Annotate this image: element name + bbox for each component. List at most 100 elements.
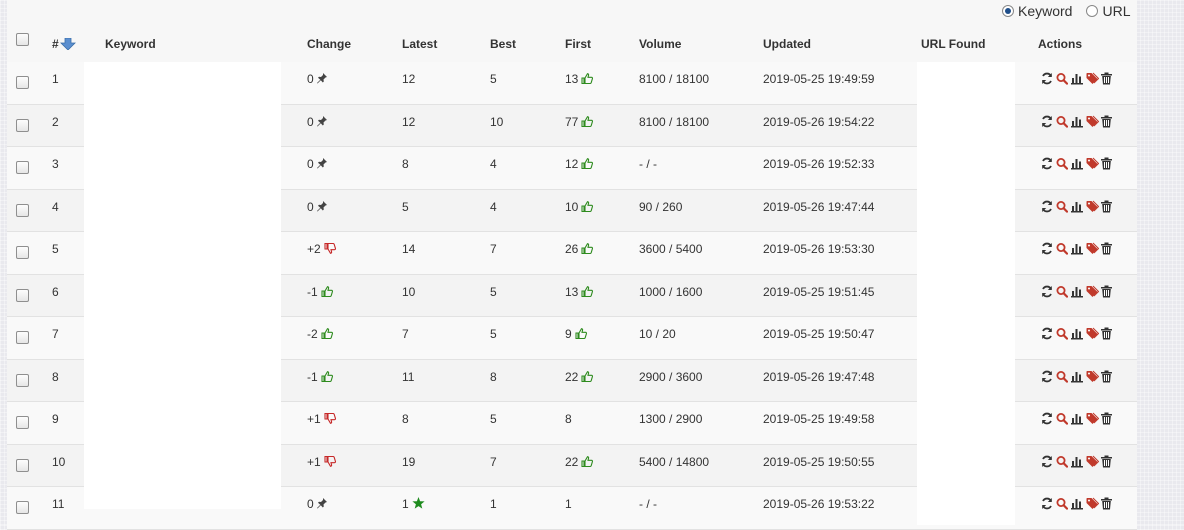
refresh-icon[interactable] [1041, 455, 1053, 468]
tag-icon[interactable] [1086, 497, 1099, 510]
refresh-icon[interactable] [1041, 200, 1053, 213]
chart-icon[interactable] [1071, 242, 1083, 255]
toggle-url[interactable]: URL [1086, 3, 1130, 19]
refresh-icon[interactable] [1041, 242, 1053, 255]
header-change[interactable]: Change [307, 37, 351, 51]
updated-cell-value: 2019-05-26 19:47:44 [763, 199, 875, 214]
trash-icon[interactable] [1101, 370, 1113, 383]
chart-icon[interactable] [1071, 115, 1083, 128]
row-actions [1041, 200, 1113, 213]
chart-icon[interactable] [1071, 327, 1083, 340]
row-checkbox[interactable] [16, 76, 29, 89]
pin-icon [316, 498, 327, 511]
search-icon[interactable] [1056, 242, 1068, 255]
header-num[interactable]: # [52, 37, 76, 51]
trash-icon[interactable] [1101, 285, 1113, 298]
radio-url[interactable] [1086, 5, 1099, 17]
chart-icon[interactable] [1071, 72, 1083, 85]
toggle-keyword[interactable]: Keyword [1002, 3, 1072, 19]
tag-icon[interactable] [1086, 455, 1099, 468]
select-all-checkbox[interactable] [16, 33, 29, 46]
header-updated[interactable]: Updated [763, 37, 811, 51]
header-keyword[interactable]: Keyword [105, 37, 156, 51]
chart-icon[interactable] [1071, 285, 1083, 298]
header-best[interactable]: Best [490, 37, 516, 51]
trash-icon[interactable] [1101, 242, 1113, 255]
refresh-icon[interactable] [1041, 412, 1053, 425]
change-cell: -1 [307, 285, 333, 299]
refresh-icon[interactable] [1041, 285, 1053, 298]
row-checkbox[interactable] [16, 118, 29, 132]
refresh-icon[interactable] [1041, 497, 1053, 510]
tag-icon[interactable] [1086, 285, 1099, 298]
header-latest[interactable]: Latest [402, 37, 437, 51]
chart-icon[interactable] [1071, 412, 1083, 425]
updated-cell: 2019-05-26 19:53:30 [763, 242, 874, 256]
trash-icon[interactable] [1101, 455, 1113, 468]
trash-icon[interactable] [1101, 412, 1113, 425]
header-volume[interactable]: Volume [639, 37, 681, 51]
row-actions [1041, 242, 1113, 255]
pin-icon [316, 200, 327, 214]
header-first[interactable]: First [565, 37, 591, 51]
trash-icon[interactable] [1101, 497, 1113, 510]
thumbs-up-icon [581, 158, 594, 171]
trash-icon[interactable] [1101, 115, 1113, 128]
row-checkbox[interactable] [16, 331, 29, 344]
trash-icon[interactable] [1101, 157, 1113, 170]
tag-icon[interactable] [1086, 72, 1099, 85]
search-icon[interactable] [1056, 115, 1068, 128]
search-icon[interactable] [1056, 327, 1068, 340]
row-checkbox[interactable] [16, 288, 29, 302]
refresh-icon[interactable] [1041, 327, 1053, 340]
row-checkbox[interactable] [16, 203, 29, 217]
search-icon[interactable] [1056, 497, 1068, 510]
tag-icon[interactable] [1086, 115, 1099, 128]
tag-icon[interactable] [1086, 370, 1099, 383]
row-checkbox[interactable] [16, 416, 29, 429]
search-icon[interactable] [1056, 370, 1068, 383]
chart-icon[interactable] [1071, 497, 1083, 510]
search-icon[interactable] [1056, 200, 1068, 213]
radio-keyword[interactable] [1002, 5, 1014, 17]
refresh-icon[interactable] [1041, 72, 1053, 85]
best-cell: 5 [490, 285, 497, 299]
chart-icon[interactable] [1071, 200, 1083, 213]
volume-cell: - / - [639, 157, 657, 171]
chart-icon[interactable] [1071, 157, 1083, 170]
row-checkbox[interactable] [16, 501, 29, 514]
trash-icon[interactable] [1101, 327, 1113, 340]
chart-icon[interactable] [1071, 455, 1083, 468]
row-number: 5 [52, 242, 59, 256]
trash-icon[interactable] [1101, 72, 1113, 85]
updated-cell-value: 2019-05-25 19:50:55 [763, 454, 875, 469]
chart-icon[interactable] [1071, 370, 1083, 383]
change-cell: 0 [307, 497, 327, 511]
search-icon[interactable] [1056, 455, 1068, 468]
row-actions [1041, 327, 1113, 340]
search-icon[interactable] [1056, 157, 1068, 170]
search-icon[interactable] [1056, 72, 1068, 85]
tag-icon[interactable] [1086, 157, 1099, 170]
tag-icon[interactable] [1086, 200, 1099, 213]
volume-cell-value: 2900 / 3600 [639, 369, 703, 384]
refresh-icon[interactable] [1041, 157, 1053, 170]
refresh-icon[interactable] [1041, 115, 1053, 128]
latest-cell-value: 5 [402, 199, 409, 214]
row-checkbox[interactable] [16, 161, 29, 174]
row-checkbox[interactable] [16, 373, 29, 387]
search-icon[interactable] [1056, 285, 1068, 298]
row-number-value: 11 [52, 497, 65, 511]
tag-icon[interactable] [1086, 327, 1099, 340]
header-url-found[interactable]: URL Found [921, 37, 985, 51]
row-checkbox[interactable] [16, 458, 29, 472]
row-number-value: 1 [52, 72, 59, 86]
row-checkbox[interactable] [16, 246, 29, 259]
sort-down-icon[interactable] [59, 37, 76, 51]
search-icon[interactable] [1056, 412, 1068, 425]
first-cell: 22 [565, 370, 594, 384]
tag-icon[interactable] [1086, 242, 1099, 255]
tag-icon[interactable] [1086, 412, 1099, 425]
trash-icon[interactable] [1101, 200, 1113, 213]
refresh-icon[interactable] [1041, 370, 1053, 383]
